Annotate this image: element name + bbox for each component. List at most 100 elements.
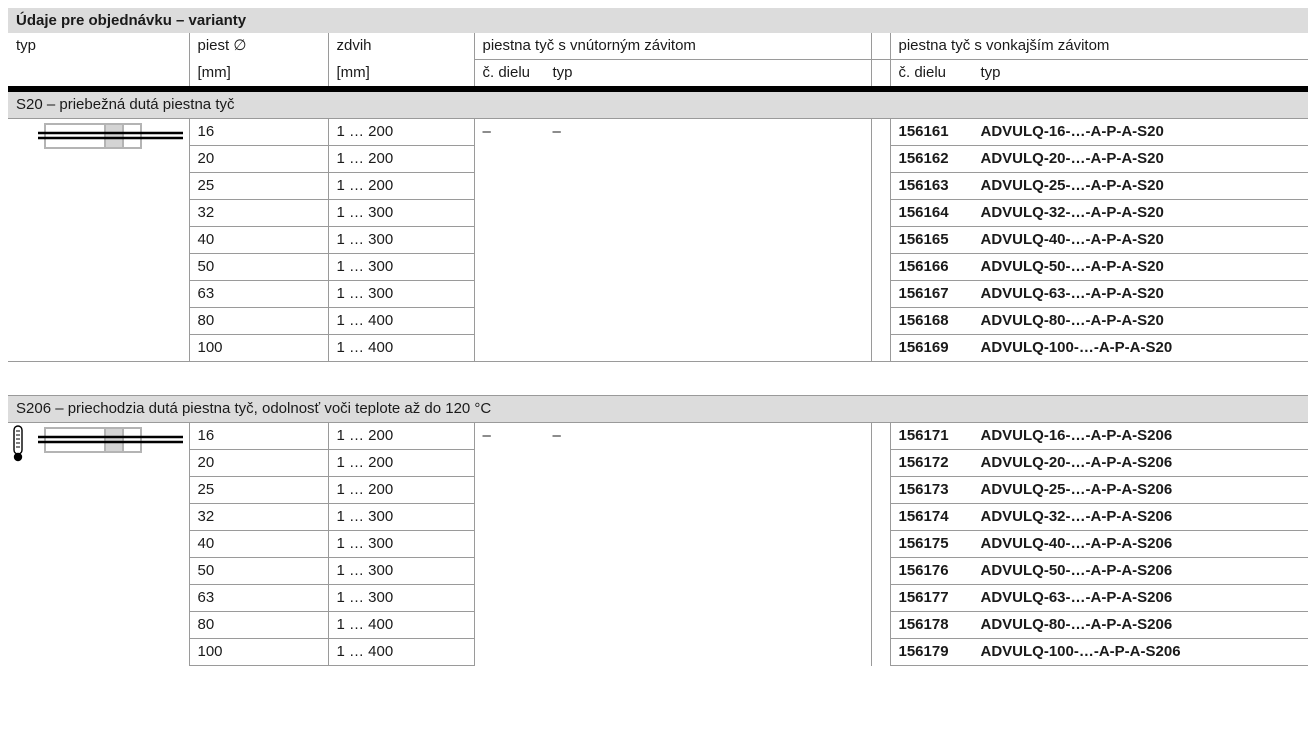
table-row: 16 1 … 200– –156161 ADVULQ-16-…-A-P-A-S20 <box>8 118 1309 362</box>
column-gap <box>870 118 890 362</box>
outer-thread-cell: 156162 ADVULQ-20-…-A-P-A-S20 <box>889 145 1309 173</box>
section-header: S206 – priechodzia dutá piestna tyč, odo… <box>8 395 1309 423</box>
type-code: ADVULQ-40-…-A-P-A-S20 <box>980 231 1164 248</box>
piston-diameter: 63 <box>188 584 328 612</box>
stroke-range: 1 … 300 <box>327 253 474 281</box>
piston-diameter: 63 <box>188 280 328 308</box>
outer-thread-cell: 156174 ADVULQ-32-…-A-P-A-S206 <box>889 503 1309 531</box>
outer-thread-cell: 156173 ADVULQ-25-…-A-P-A-S206 <box>889 476 1309 504</box>
piston-diameter: 40 <box>188 530 328 558</box>
section-header: S20 – priebežná dutá piestna tyč <box>8 88 1309 119</box>
type-code: ADVULQ-25-…-A-P-A-S206 <box>980 481 1173 498</box>
page: Údaje pre objednávku – varianty typ pies… <box>0 0 1309 749</box>
piston-diameter: 80 <box>188 611 328 639</box>
inner-type: – <box>552 427 561 444</box>
piston-diameter: 50 <box>188 253 328 281</box>
stroke-range: 1 … 300 <box>327 557 474 585</box>
part-number: 156165 <box>898 231 949 248</box>
piston-diameter: 32 <box>188 503 328 531</box>
piston-diameter: 100 <box>188 334 328 362</box>
table-title: Údaje pre objednávku – varianty <box>8 8 1309 33</box>
stroke-range: 1 … 300 <box>327 503 474 531</box>
stroke-range: 1 … 300 <box>327 584 474 612</box>
outer-thread-cell: 156165 ADVULQ-40-…-A-P-A-S20 <box>889 226 1309 254</box>
stroke-range: 1 … 200 <box>327 449 474 477</box>
type-code: ADVULQ-63-…-A-P-A-S20 <box>980 285 1164 302</box>
type-code: ADVULQ-32-…-A-P-A-S206 <box>980 508 1173 525</box>
outer-thread-cell: 156176 ADVULQ-50-…-A-P-A-S206 <box>889 557 1309 585</box>
part-number: 156168 <box>898 312 949 329</box>
stroke-range: 1 … 300 <box>327 530 474 558</box>
part-number: 156162 <box>898 150 949 167</box>
piston-diameter: 80 <box>188 307 328 335</box>
type-code: ADVULQ-16-…-A-P-A-S20 <box>980 123 1164 140</box>
type-code: ADVULQ-20-…-A-P-A-S206 <box>980 454 1173 471</box>
stroke-range: 1 … 400 <box>327 307 474 335</box>
type-code: ADVULQ-32-…-A-P-A-S20 <box>980 204 1164 221</box>
type-code: ADVULQ-20-…-A-P-A-S20 <box>980 150 1164 167</box>
part-number: 156163 <box>898 177 949 194</box>
outer-thread-cell: 156175 ADVULQ-40-…-A-P-A-S206 <box>889 530 1309 558</box>
header-gap2 <box>870 59 890 92</box>
inner-part-number: – <box>482 427 491 444</box>
cylinder-hollow-rod-icon <box>38 123 183 149</box>
outer-thread-cell: 156161 ADVULQ-16-…-A-P-A-S20 <box>889 118 1309 146</box>
outer-thread-cell: 156177 ADVULQ-63-…-A-P-A-S206 <box>889 584 1309 612</box>
header-inner-type: typ <box>552 64 573 81</box>
piston-diameter: 20 <box>188 449 328 477</box>
thermometer-icon <box>13 425 23 462</box>
part-number: 156171 <box>898 427 949 444</box>
outer-thread-cell: 156172 ADVULQ-20-…-A-P-A-S206 <box>889 449 1309 477</box>
part-number: 156174 <box>898 508 949 525</box>
header-outer-subcols: č. dielu typ <box>889 59 1309 92</box>
piston-diameter: 20 <box>188 145 328 173</box>
piston-diameter: 16 <box>188 422 328 450</box>
header-inner-thread-group: piestna tyč s vnútorným závitom <box>473 33 871 60</box>
outer-thread-cell: 156178 ADVULQ-80-…-A-P-A-S206 <box>889 611 1309 639</box>
piston-diameter: 25 <box>188 172 328 200</box>
header-piest-unit: [mm] <box>188 59 328 92</box>
part-number: 156173 <box>898 481 949 498</box>
type-illustration <box>8 422 189 666</box>
header-inner-subcols: č. dielu typ <box>473 59 871 92</box>
type-code: ADVULQ-100-…-A-P-A-S206 <box>980 643 1181 660</box>
inner-part-number: – <box>482 123 491 140</box>
outer-thread-cell: 156167 ADVULQ-63-…-A-P-A-S20 <box>889 280 1309 308</box>
part-number: 156178 <box>898 616 949 633</box>
inner-type: – <box>552 123 561 140</box>
type-code: ADVULQ-50-…-A-P-A-S20 <box>980 258 1164 275</box>
header-piest: piest ∅ <box>188 33 328 60</box>
header-outer-part: č. dielu <box>898 64 947 81</box>
part-number: 156166 <box>898 258 949 275</box>
part-number: 156176 <box>898 562 949 579</box>
stroke-range: 1 … 200 <box>327 118 474 146</box>
outer-thread-cell: 156171 ADVULQ-16-…-A-P-A-S206 <box>889 422 1309 450</box>
stroke-range: 1 … 300 <box>327 199 474 227</box>
header-zdvih: zdvih <box>327 33 474 60</box>
part-number: 156177 <box>898 589 949 606</box>
inner-thread-cell: – – <box>473 422 871 666</box>
inner-thread-cell: – – <box>473 118 871 362</box>
type-code: ADVULQ-80-…-A-P-A-S20 <box>980 312 1164 329</box>
header-typ-blank <box>8 59 189 92</box>
outer-thread-cell: 156168 ADVULQ-80-…-A-P-A-S20 <box>889 307 1309 335</box>
stroke-range: 1 … 300 <box>327 226 474 254</box>
stroke-range: 1 … 400 <box>327 334 474 362</box>
type-code: ADVULQ-63-…-A-P-A-S206 <box>980 589 1173 606</box>
type-code: ADVULQ-80-…-A-P-A-S206 <box>980 616 1173 633</box>
cylinder-hollow-rod-icon <box>38 427 183 453</box>
piston-diameter: 25 <box>188 476 328 504</box>
piston-diameter: 16 <box>188 118 328 146</box>
part-number: 156164 <box>898 204 949 221</box>
section-spacer <box>8 361 1309 396</box>
outer-thread-cell: 156163 ADVULQ-25-…-A-P-A-S20 <box>889 172 1309 200</box>
part-number: 156179 <box>898 643 949 660</box>
header-typ: typ <box>16 37 37 55</box>
order-data-table: Údaje pre objednávku – varianty typ pies… <box>8 8 1309 666</box>
type-illustration <box>8 118 189 362</box>
table-row: 16 1 … 200– –156171 ADVULQ-16-…-A-P-A-S206 <box>8 422 1309 666</box>
stroke-range: 1 … 200 <box>327 476 474 504</box>
header-outer-type: typ <box>980 64 1001 81</box>
part-number: 156172 <box>898 454 949 471</box>
piston-diameter: 40 <box>188 226 328 254</box>
